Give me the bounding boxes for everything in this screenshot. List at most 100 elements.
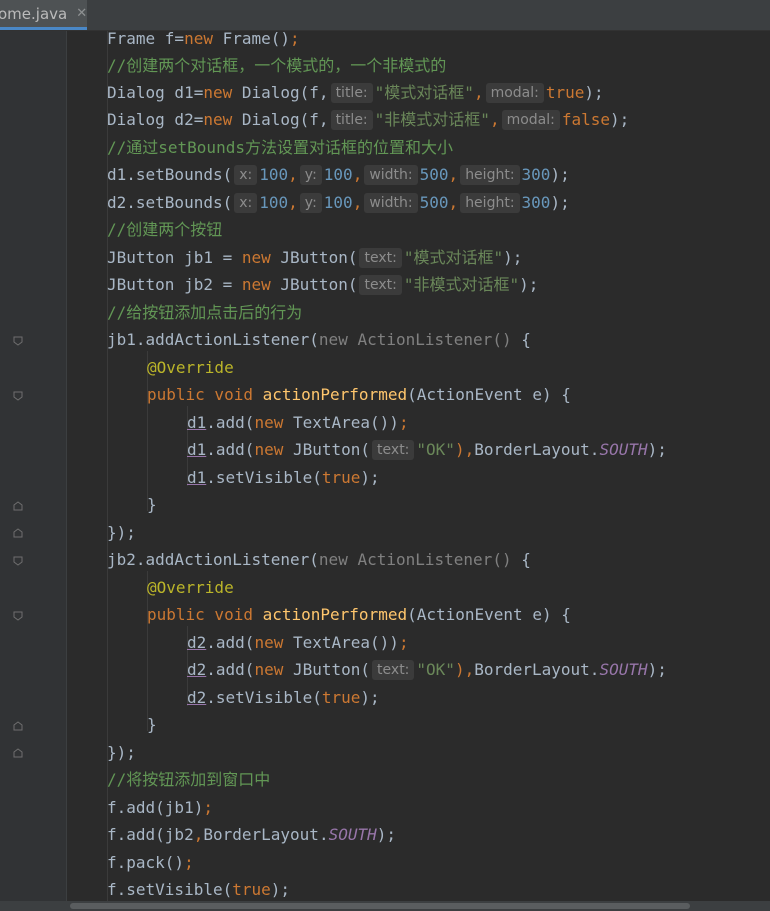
code-text: JButton jb2 =: [107, 275, 242, 294]
fold-collapse-icon[interactable]: [13, 556, 23, 566]
code-text: f.add(jb2: [107, 825, 194, 844]
comma: ,: [352, 165, 363, 184]
fold-collapse-icon[interactable]: [13, 391, 23, 401]
static-field: SOUTH: [328, 825, 377, 844]
code-text: .setVisible(: [206, 688, 322, 707]
code-text: d2.setBounds(: [107, 193, 233, 212]
static-field: SOUTH: [599, 440, 648, 459]
editor-tab[interactable]: ome.java ✕: [0, 0, 87, 30]
string-literal: "模式对话框": [403, 248, 504, 267]
code-text: (ActionEvent e) {: [407, 385, 571, 404]
code-text: .add(: [206, 660, 255, 679]
method-name: actionPerformed: [252, 385, 408, 404]
keyword: new: [203, 110, 233, 129]
code-line: d1.add(new JButton(text: "OK"),BorderLayo…: [187, 436, 667, 463]
parameter-hint: title:: [330, 110, 373, 130]
code-line: Dialog d2=new Dialog(f, title: "非模式对话框", mo…: [107, 106, 629, 133]
code-line: d1.setVisible(true);: [187, 464, 380, 491]
code-text: TextArea()): [283, 413, 399, 432]
code-line: f.setVisible(true);: [107, 876, 290, 903]
code-text: d1.setBounds(: [107, 165, 233, 184]
folded-anonymous-class: new ActionListener(): [318, 550, 512, 569]
number-literal: 100: [323, 165, 353, 184]
code-text: f.setVisible(: [107, 880, 233, 899]
code-text: );: [550, 165, 570, 184]
closing-brace: }: [147, 715, 157, 734]
code-text: Dialog d2=: [107, 110, 204, 129]
keyword: new: [241, 248, 271, 267]
fold-end-icon[interactable]: [13, 721, 23, 731]
comma: ,: [288, 165, 298, 184]
comma: ,: [193, 825, 204, 844]
code-editor[interactable]: Frame f=new Frame(); //创建两个对话框，一个模式的，一个非…: [66, 29, 770, 903]
number-literal: 100: [259, 165, 289, 184]
keyword: true: [321, 688, 361, 707]
number-literal: 500: [419, 193, 449, 212]
code-text: );: [360, 688, 380, 707]
code-line: d1.setBounds(x: 100, y: 100, width: 500, heigh…: [107, 161, 570, 188]
fold-collapse-icon[interactable]: [13, 336, 23, 346]
code-line: f.add(jb2,BorderLayout.SOUTH);: [107, 821, 396, 848]
code-text: Dialog(f,: [232, 83, 329, 102]
code-line: d2.add(new JButton(text: "OK"),BorderLayo…: [187, 656, 667, 683]
code-comment: //给按钮添加点击后的行为: [107, 303, 303, 322]
closing-brace: });: [107, 743, 136, 762]
close-icon[interactable]: ✕: [76, 6, 87, 21]
number-literal: 100: [323, 193, 353, 212]
code-text: {: [511, 330, 531, 349]
code-text: );: [376, 825, 397, 844]
code-text: );: [647, 440, 667, 459]
code-text: Dialog d1=: [107, 83, 204, 102]
parameter-hint: x:: [234, 165, 258, 185]
code-comment: //将按钮添加到窗口中: [107, 770, 271, 789]
code-line: jb2.addActionListener(new ActionListener…: [107, 546, 531, 573]
parameter-hint: title:: [330, 83, 373, 103]
code-line: public void actionPerformed(ActionEvent …: [147, 601, 571, 628]
code-text: JButton(: [270, 275, 358, 294]
comma: ,: [448, 165, 459, 184]
code-text: .setVisible(: [206, 468, 322, 487]
method-name: actionPerformed: [252, 605, 408, 624]
fold-end-icon[interactable]: [13, 748, 23, 758]
fold-collapse-icon[interactable]: [13, 611, 23, 621]
keyword: new: [241, 275, 271, 294]
keyword: new: [254, 440, 284, 459]
keyword: true: [321, 468, 361, 487]
string-literal: "非模式对话框": [403, 275, 520, 294]
fold-end-icon[interactable]: [13, 528, 23, 538]
parameter-hint: text:: [359, 275, 402, 295]
code-line: f.pack();: [107, 849, 194, 876]
static-field: SOUTH: [599, 660, 648, 679]
code-text: JButton(: [283, 440, 371, 459]
parameter-hint: text:: [372, 660, 415, 680]
code-text: );: [584, 83, 604, 102]
parameter-hint: text:: [372, 440, 415, 460]
code-text: Frame f=: [107, 29, 185, 48]
code-text: BorderLayout.: [203, 825, 329, 844]
scrollbar-thumb[interactable]: [70, 903, 690, 909]
code-line: JButton jb2 = new JButton(text: "非模式对话框")…: [107, 271, 538, 298]
parameter-hint: x:: [234, 193, 258, 213]
code-line: d1.add(new TextArea());: [187, 409, 409, 436]
gutter: [0, 31, 67, 901]
code-text: (ActionEvent e) {: [407, 605, 571, 624]
semicolon: ;: [184, 853, 194, 872]
variable-reference: d1: [187, 468, 207, 487]
annotation: @Override: [147, 578, 234, 597]
keyword: new: [184, 29, 213, 48]
code-line: d2.setBounds(x: 100, y: 100, width: 500, heigh…: [107, 189, 570, 216]
code-text: f.pack(): [107, 853, 185, 872]
code-punctuation: ),: [454, 660, 475, 679]
horizontal-scrollbar[interactable]: [0, 901, 770, 911]
number-literal: 500: [419, 165, 449, 184]
parameter-hint: y:: [299, 165, 322, 185]
code-line: Dialog d1=new Dialog(f, title: "模式对话框", mod…: [107, 79, 604, 106]
string-literal: "模式对话框": [374, 83, 474, 102]
code-text: .add(: [206, 633, 255, 652]
fold-end-icon[interactable]: [13, 501, 23, 511]
code-text: f.add(jb1): [107, 798, 204, 817]
code-line: Frame f=new Frame();: [107, 25, 300, 52]
code-line: jb1.addActionListener(new ActionListener…: [107, 326, 531, 353]
keyword: new: [254, 633, 284, 652]
code-line: public void actionPerformed(ActionEvent …: [147, 381, 571, 408]
